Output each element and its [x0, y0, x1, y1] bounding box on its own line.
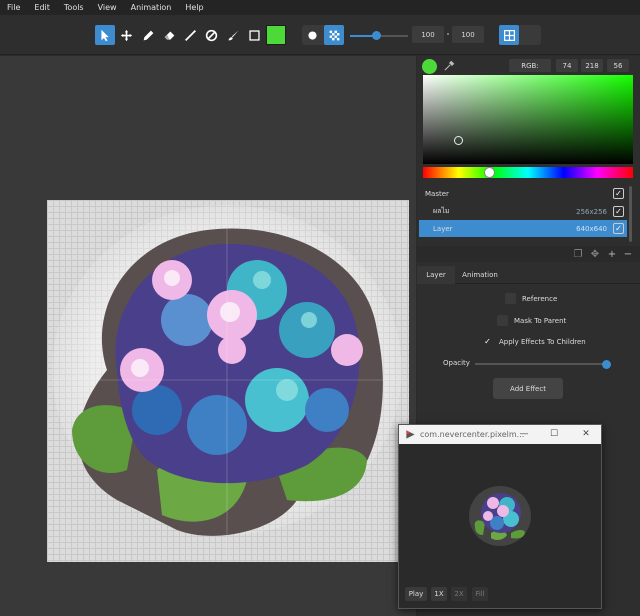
layer-name: Layer [433, 224, 453, 233]
color-picker-header: RGB: 74 218 56 [417, 56, 640, 74]
line-tool-button[interactable] [180, 25, 200, 45]
menu-view[interactable]: View [91, 0, 124, 15]
play-button[interactable]: Play [405, 587, 427, 601]
opacity-slider-knob[interactable] [602, 360, 611, 369]
minimize-icon[interactable]: — [517, 427, 531, 441]
rectangle-tool-button[interactable] [244, 25, 264, 45]
maximize-icon[interactable]: ☐ [547, 427, 561, 441]
eraser-tool-button[interactable] [159, 25, 179, 45]
close-icon[interactable]: ✕ [579, 427, 593, 441]
preview-window: com.nevercenter.pixelm... — ☐ ✕ Play 1X … [398, 424, 602, 609]
red-value-field[interactable]: 74 [556, 59, 578, 72]
separator-dot [447, 33, 449, 35]
circle-slash-tool-button[interactable] [201, 25, 221, 45]
opacity-label: Opacity [443, 359, 470, 367]
hydrangea-artwork [47, 200, 409, 562]
circle-slash-icon [205, 29, 217, 41]
grid-icon [503, 29, 515, 41]
mask-to-parent-option[interactable]: Mask To Parent [497, 315, 566, 326]
layer-name: ผลไม [433, 207, 450, 215]
hue-slider[interactable] [423, 167, 633, 178]
toolbar: 100 100 [0, 15, 640, 55]
preview-titlebar[interactable]: com.nevercenter.pixelm... — ☐ ✕ [399, 425, 601, 444]
layer-visibility-checkbox[interactable]: ✓ [613, 206, 624, 217]
apply-effects-checkbox[interactable]: ✓ [482, 336, 493, 347]
current-color-dot[interactable] [422, 59, 437, 74]
brush-size-field[interactable]: 100 [412, 26, 444, 43]
preview-thumbnail [469, 486, 531, 546]
layer-row-master[interactable]: Master ✓ [419, 185, 627, 202]
move-tool-button[interactable] [116, 25, 136, 45]
layer-row-partial[interactable] [419, 237, 627, 245]
add-layer-icon[interactable]: + [606, 248, 618, 260]
layer-size: 640x640 [576, 224, 607, 233]
rectangle-icon [248, 29, 260, 41]
menu-edit[interactable]: Edit [27, 0, 57, 15]
eraser-icon [164, 30, 174, 40]
sv-cursor[interactable] [454, 136, 463, 145]
green-value-field[interactable]: 218 [581, 59, 603, 72]
mask-to-parent-label: Mask To Parent [514, 316, 567, 325]
preview-title: com.nevercenter.pixelm... [420, 430, 525, 439]
layer-name: Master [425, 189, 449, 198]
color-mode-button[interactable]: RGB: [509, 59, 551, 72]
layer-visibility-checkbox[interactable]: ✓ [613, 223, 624, 234]
eyedropper-icon[interactable] [443, 60, 455, 72]
menu-tools[interactable]: Tools [57, 0, 91, 15]
layer-row-layer[interactable]: Layer 640x640 ✓ [419, 220, 627, 237]
primary-color-swatch[interactable] [266, 25, 286, 45]
round-brush-icon [307, 30, 317, 40]
layer-tools: ❐ ✥ + − [417, 246, 640, 262]
brush-opacity-field[interactable]: 100 [452, 26, 484, 43]
layer-size: 256x256 [576, 207, 607, 216]
grid-toggle-button[interactable] [499, 25, 519, 45]
layer-visibility-checkbox[interactable]: ✓ [613, 188, 624, 199]
zoom-2x-button[interactable]: 2X [451, 587, 467, 601]
canvas-area[interactable] [0, 56, 416, 616]
saturation-value-picker[interactable] [423, 75, 633, 164]
reference-option[interactable]: Reference [505, 293, 557, 304]
duplicate-layer-icon[interactable]: ❐ [572, 248, 584, 260]
round-brush-button[interactable] [302, 25, 322, 45]
mask-to-parent-checkbox[interactable] [497, 315, 508, 326]
layer-row-group[interactable]: ผลไม 256x256 ✓ [419, 203, 627, 220]
fill-button[interactable]: Fill [472, 587, 488, 601]
add-effect-button[interactable]: Add Effect [493, 378, 563, 399]
menu-animation[interactable]: Animation [124, 0, 179, 15]
brush-icon [228, 30, 238, 40]
zoom-1x-button[interactable]: 1X [431, 587, 447, 601]
line-icon [184, 29, 196, 41]
pixel-editor-app: File Edit Tools View Animation Help 100 … [0, 0, 640, 616]
layers-list: Master ✓ ผลไม 256x256 ✓ Layer 640x640 ✓ [417, 184, 640, 246]
tab-animation[interactable]: Animation [457, 266, 503, 284]
app-icon [406, 430, 415, 439]
dither-brush-button[interactable] [324, 25, 344, 45]
pointer-icon [100, 29, 109, 41]
move-icon [120, 29, 132, 41]
tab-layer[interactable]: Layer [417, 266, 455, 284]
pointer-tool-button[interactable] [95, 25, 115, 45]
brush-size-slider-knob[interactable] [372, 31, 382, 40]
pencil-icon [143, 30, 153, 40]
panel-tabs: Layer Animation [417, 266, 640, 284]
menubar: File Edit Tools View Animation Help [0, 0, 640, 15]
apply-effects-label: Apply Effects To Children [499, 337, 586, 346]
dither-icon [329, 30, 339, 40]
apply-effects-option[interactable]: ✓ Apply Effects To Children [482, 336, 586, 347]
hue-slider-knob[interactable] [484, 167, 495, 178]
remove-layer-icon[interactable]: − [622, 248, 634, 260]
secondary-view-button[interactable] [521, 25, 541, 45]
menu-file[interactable]: File [0, 0, 27, 15]
blue-value-field[interactable]: 56 [607, 59, 629, 72]
reference-checkbox[interactable] [505, 293, 516, 304]
pixel-canvas[interactable] [47, 200, 409, 562]
layers-scrollbar[interactable] [629, 186, 632, 242]
menu-help[interactable]: Help [178, 0, 210, 15]
brush-tool-button[interactable] [223, 25, 243, 45]
opacity-slider[interactable] [475, 363, 607, 365]
reference-label: Reference [522, 294, 558, 303]
pencil-tool-button[interactable] [138, 25, 158, 45]
move-layer-icon[interactable]: ✥ [589, 248, 601, 260]
